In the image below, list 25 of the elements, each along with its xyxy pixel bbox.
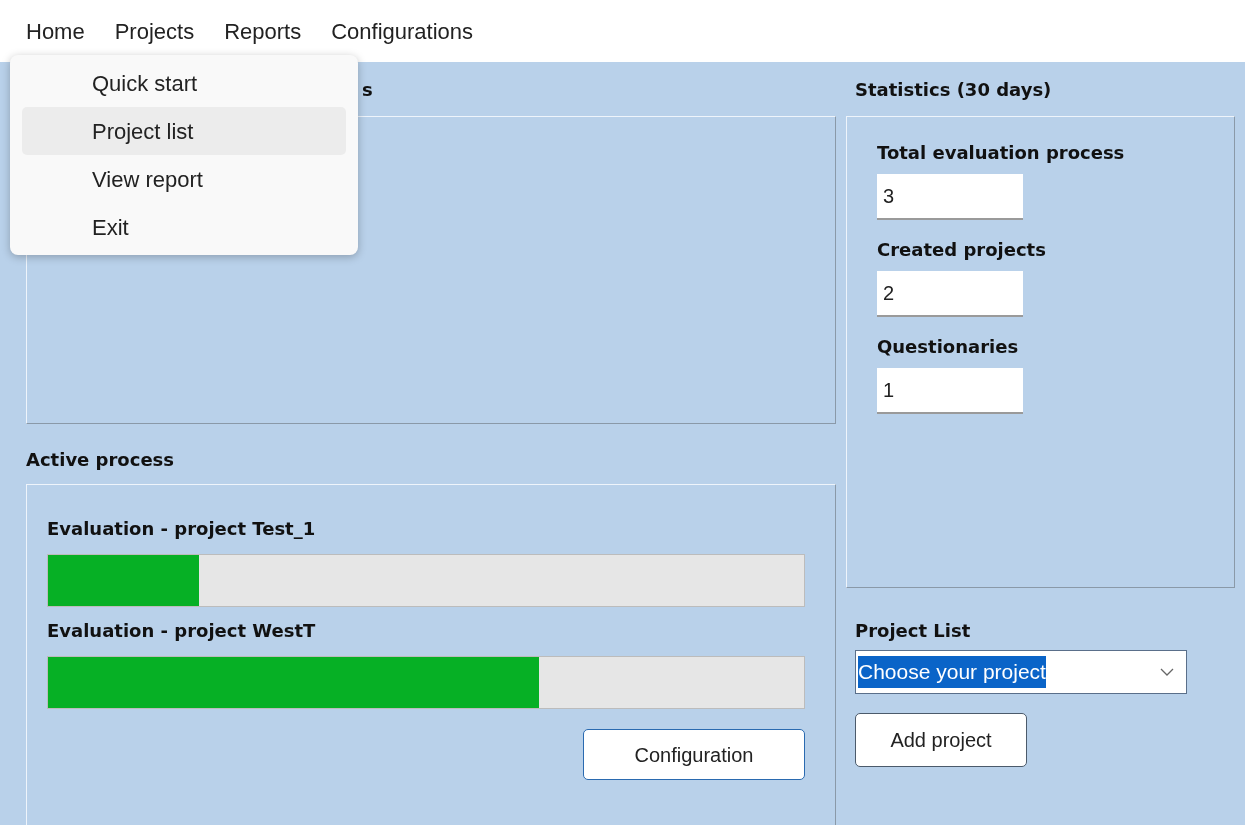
number-field[interactable]: 3 <box>877 174 1023 220</box>
menu-item[interactable]: Quick start <box>22 59 346 107</box>
process-label: Evaluation - project Test_1 <box>47 517 317 541</box>
section-title: s <box>362 77 373 102</box>
number-field[interactable]: 1 <box>877 368 1023 414</box>
section-title: Active process <box>26 447 175 472</box>
field-label: Questionaries <box>877 335 1020 359</box>
menu-bar-item[interactable]: Configurations <box>331 14 474 48</box>
field-label: Created projects <box>877 238 1047 262</box>
dropdown-value: Choose your project <box>858 656 1046 688</box>
section-title: Statistics (30 days) <box>855 77 1052 102</box>
menu-bar-item[interactable]: Reports <box>224 14 302 48</box>
field-label: Total evaluation process <box>877 141 1126 165</box>
menu-item[interactable]: Exit <box>22 203 346 251</box>
menu-bar-item[interactable]: Projects <box>114 14 195 48</box>
chevron-down-icon <box>1160 668 1174 676</box>
menu-item[interactable]: View report <box>22 155 346 203</box>
configuration-button[interactable]: Configuration <box>583 729 805 780</box>
add-project-button[interactable]: Add project <box>855 713 1027 767</box>
section-title: Project List <box>855 619 971 643</box>
project-dropdown[interactable]: Choose your project <box>855 650 1187 694</box>
number-field[interactable]: 2 <box>877 271 1023 317</box>
process-label: Evaluation - project WestT <box>47 619 317 643</box>
menu-item[interactable]: Project list <box>22 107 346 155</box>
menu-bar-item[interactable]: Home <box>26 14 85 48</box>
